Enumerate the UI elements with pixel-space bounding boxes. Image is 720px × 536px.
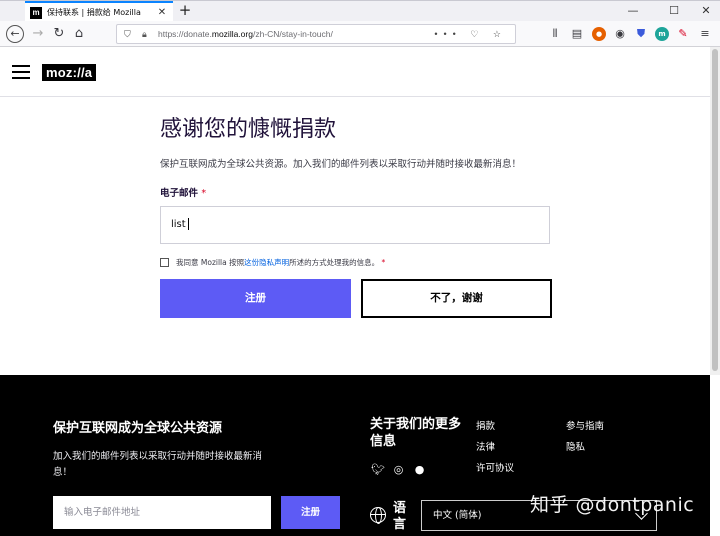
extension-icon[interactable]: ● (592, 27, 606, 41)
browser-tab-bar: m 保持联系 | 捐款给 Mozilla ✕ + — ☐ ✕ (0, 0, 720, 22)
instagram-icon[interactable]: ◎ (392, 463, 405, 476)
twitter-icon[interactable]: 🐦︎ (371, 463, 385, 476)
footer-link-donate[interactable]: 捐款 (476, 418, 495, 432)
account-icon[interactable]: ◉ (613, 27, 627, 41)
page-actions[interactable]: ••• ♡ ☆ (434, 25, 507, 43)
watermark: 知乎 @dontpanic (530, 494, 695, 516)
maximize-window-icon[interactable]: ☐ (660, 2, 688, 20)
footer-title: 保护互联网成为全球公共资源 (53, 421, 223, 436)
translate-extension-icon[interactable]: ✎ (676, 27, 690, 41)
email-field-value: list (171, 219, 186, 230)
reload-icon[interactable]: ↻ (50, 25, 68, 43)
more-actions-icon[interactable]: ••• (434, 29, 461, 39)
footer-about-title: 关于我们的更多信息 (370, 417, 462, 449)
email-label-text: 电子邮件 (160, 188, 199, 199)
browser-tab-active[interactable]: m 保持联系 | 捐款给 Mozilla ✕ (25, 1, 173, 22)
sidebar-icon[interactable]: ▤ (570, 27, 584, 41)
back-arrow-icon[interactable]: ← (6, 25, 24, 43)
footer-link-privacy[interactable]: 隐私 (566, 439, 585, 453)
no-thanks-button[interactable]: 不了，谢谢 (361, 279, 552, 318)
signup-button[interactable]: 注册 (160, 279, 351, 318)
url-bar[interactable]: ⛉ 🔒︎ https://donate.mozilla.org/zh-CN/st… (116, 24, 516, 44)
shield-extension-icon[interactable]: ⛊ (634, 27, 648, 41)
bookmark-star-icon[interactable]: ☆ (493, 29, 507, 39)
hamburger-menu-icon[interactable] (12, 65, 30, 79)
minimize-window-icon[interactable]: — (619, 2, 647, 20)
language-select-value: 中文 (简体) (433, 510, 482, 521)
consent-text: 我同意 Mozilla 按照这份隐私声明所述的方式处理我的信息。 * (176, 257, 385, 268)
signup-form: 感谢您的慷慨捐款 保护互联网成为全球公共资源。加入我们的邮件列表以采取行动并随时… (160, 115, 552, 318)
footer-link-legal[interactable]: 法律 (476, 439, 495, 453)
consent-suffix: 所述的方式处理我的信息。 (289, 258, 380, 267)
email-label: 电子邮件 * (160, 185, 552, 199)
footer-email-input[interactable]: 输入电子邮件地址 (53, 496, 271, 529)
privacy-notice-link[interactable]: 这份隐私声明 (244, 258, 289, 267)
footer-link-participation[interactable]: 参与指南 (566, 418, 604, 432)
mozilla-logo[interactable]: moz://a (42, 64, 97, 81)
browser-nav-bar: ← → ↻ ⌂ ⛉ 🔒︎ https://donate.mozilla.org/… (0, 21, 720, 47)
close-window-icon[interactable]: ✕ (692, 2, 720, 20)
tab-title: 保持联系 | 捐款给 Mozilla (47, 8, 141, 17)
page-title: 感谢您的慷慨捐款 (160, 117, 337, 142)
page-content: moz://a 感谢您的慷慨捐款 保护互联网成为全球公共资源。加入我们的邮件列表… (0, 47, 720, 536)
lock-icon[interactable]: 🔒︎ (142, 25, 147, 43)
form-description: 保护互联网成为全球公共资源。加入我们的邮件列表以采取行动并随时接收最新消息！ (160, 159, 522, 170)
privacy-consent: 我同意 Mozilla 按照这份隐私声明所述的方式处理我的信息。 * (160, 257, 552, 268)
library-icon[interactable]: ⫴ (548, 27, 562, 41)
required-mark: * (201, 188, 207, 199)
language-label: 语言 (393, 501, 407, 532)
consent-prefix: 我同意 Mozilla 按照 (176, 258, 245, 267)
form-buttons: 注册 不了，谢谢 (160, 279, 552, 318)
github-icon[interactable]: ● (413, 463, 426, 476)
footer-signup-button[interactable]: 注册 (281, 496, 340, 529)
m-extension-icon[interactable]: m (655, 27, 669, 41)
page-scrollbar[interactable] (710, 47, 720, 375)
url-text: https://donate.mozilla.org/zh-CN/stay-in… (158, 29, 333, 39)
new-tab-button[interactable]: + (176, 2, 194, 20)
scrollbar-thumb[interactable] (712, 49, 718, 371)
email-field[interactable]: list (160, 206, 550, 244)
pocket-icon[interactable]: ♡ (470, 29, 484, 39)
home-icon[interactable]: ⌂ (70, 25, 88, 43)
shield-icon[interactable]: ⛉ (124, 25, 131, 43)
consent-required-mark: * (381, 258, 386, 267)
social-links: 🐦︎ ◎ ● (371, 463, 426, 476)
consent-checkbox[interactable] (160, 258, 169, 267)
forward-arrow-icon[interactable]: → (29, 25, 47, 43)
footer-description: 加入我们的邮件列表以采取行动并随时接收最新消息！ (53, 451, 263, 478)
close-tab-icon[interactable]: ✕ (156, 7, 168, 18)
globe-icon (370, 507, 386, 524)
mozilla-favicon-icon: m (30, 6, 42, 19)
menu-icon[interactable]: ≡ (698, 27, 712, 41)
site-header: moz://a (0, 47, 710, 97)
footer-link-license[interactable]: 许可协议 (476, 460, 514, 474)
